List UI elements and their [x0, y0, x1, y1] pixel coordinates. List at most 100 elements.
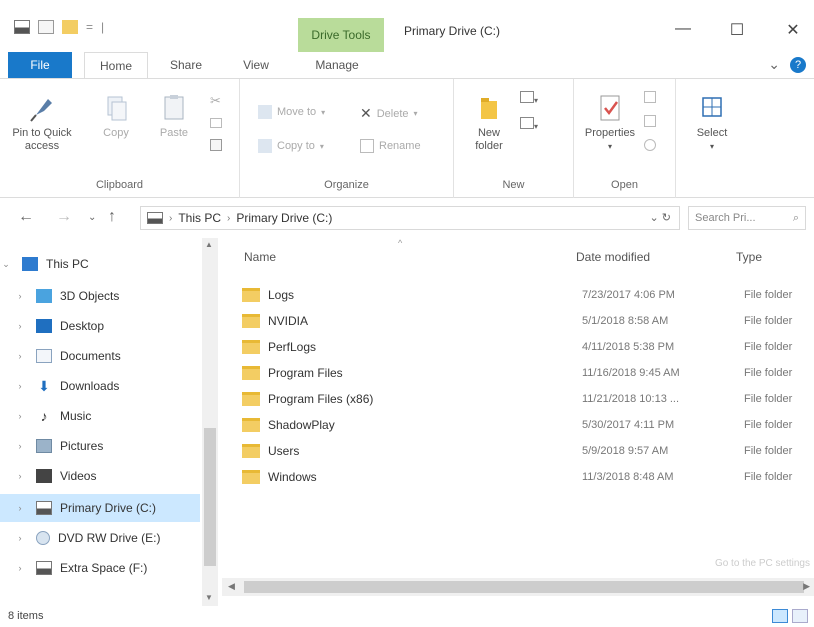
column-header-type[interactable]: Type: [736, 250, 762, 264]
navigation-pane: ⌄ This PC › 3D Objects › Desktop › Docum…: [0, 238, 222, 606]
move-to-button[interactable]: Move to ▾: [258, 105, 325, 119]
qat-divider: |: [101, 20, 105, 34]
drive-small-icon[interactable]: [14, 20, 30, 34]
chevron-right-icon[interactable]: ›: [14, 441, 26, 451]
chevron-right-icon[interactable]: ›: [14, 291, 26, 301]
chevron-right-icon[interactable]: ›: [14, 503, 26, 513]
sidebar-item-videos[interactable]: › Videos: [0, 462, 200, 490]
new-item-icon[interactable]: ▾: [520, 91, 538, 106]
tab-view[interactable]: View: [236, 52, 276, 78]
breadcrumb-separator-icon[interactable]: ›: [227, 213, 230, 224]
properties-check-icon[interactable]: [38, 20, 54, 34]
file-date: 4/11/2018 5:38 PM: [582, 341, 675, 353]
table-row[interactable]: Users 5/9/2018 9:57 AM File folder: [242, 438, 802, 464]
collapse-ribbon-icon[interactable]: ⌄: [768, 56, 780, 73]
tab-manage[interactable]: Manage: [306, 52, 368, 78]
file-type: File folder: [744, 341, 793, 353]
sidebar-item-label: Extra Space (F:): [60, 561, 148, 575]
breadcrumb-separator-icon[interactable]: ›: [169, 213, 172, 224]
scroll-right-icon[interactable]: ▶: [803, 581, 810, 592]
easy-access-icon[interactable]: ▾: [520, 117, 538, 132]
minimize-button[interactable]: —: [668, 20, 698, 38]
select-button[interactable]: Select ▾: [690, 93, 734, 153]
properties-button[interactable]: Properties ▾: [582, 93, 638, 153]
new-folder-button[interactable]: New folder: [466, 93, 512, 153]
copy-to-button[interactable]: Copy to ▾: [258, 139, 324, 153]
copy-button[interactable]: Copy: [96, 93, 136, 140]
table-row[interactable]: ShadowPlay 5/30/2017 4:11 PM File folder: [242, 412, 802, 438]
sidebar-item-label: Desktop: [60, 319, 105, 333]
rename-button[interactable]: Rename: [360, 139, 421, 153]
table-row[interactable]: Program Files (x86) 11/21/2018 10:13 ...…: [242, 386, 802, 412]
chevron-right-icon[interactable]: ›: [14, 563, 26, 573]
drive-icon: [36, 501, 52, 515]
copy-icon: [107, 96, 127, 121]
column-header-name[interactable]: Name: [244, 250, 276, 264]
recent-locations-icon[interactable]: ⌄: [88, 212, 96, 223]
table-row[interactable]: Logs 7/23/2017 4:06 PM File folder: [242, 282, 802, 308]
file-type: File folder: [744, 315, 793, 327]
new-folder-icon[interactable]: [62, 20, 78, 34]
chevron-right-icon[interactable]: ›: [14, 351, 26, 361]
chevron-right-icon[interactable]: ›: [14, 381, 26, 391]
chevron-down-icon[interactable]: ⌄: [0, 259, 12, 270]
cut-icon[interactable]: ✂: [210, 93, 221, 109]
copy-to-label: Copy to: [277, 140, 315, 152]
sidebar-item-downloads[interactable]: › ⬇ Downloads: [0, 372, 200, 400]
scroll-left-icon[interactable]: ◀: [228, 581, 235, 592]
sidebar-item-dvd-drive[interactable]: › DVD RW Drive (E:): [0, 524, 200, 552]
sidebar-item-3d-objects[interactable]: › 3D Objects: [0, 282, 200, 310]
large-icons-view-icon[interactable]: [792, 609, 808, 623]
horizontal-scrollbar[interactable]: ◀ ▶: [222, 578, 814, 596]
folder-icon: [242, 444, 260, 458]
scroll-down-icon[interactable]: ▼: [205, 593, 213, 602]
scrollbar-thumb[interactable]: [244, 581, 804, 593]
breadcrumb-this-pc[interactable]: This PC: [178, 211, 221, 225]
table-row[interactable]: PerfLogs 4/11/2018 5:38 PM File folder: [242, 334, 802, 360]
up-arrow-icon[interactable]: ↑: [108, 208, 116, 226]
sidebar-item-pictures[interactable]: › Pictures: [0, 432, 200, 460]
details-view-icon[interactable]: [772, 609, 788, 623]
table-row[interactable]: NVIDIA 5/1/2018 8:58 AM File folder: [242, 308, 802, 334]
sidebar-item-documents[interactable]: › Documents: [0, 342, 200, 370]
paste-button[interactable]: Paste: [152, 93, 196, 140]
scrollbar-thumb[interactable]: [204, 428, 216, 566]
sidebar-item-extra-space[interactable]: › Extra Space (F:): [0, 554, 200, 582]
qat-customize-icon[interactable]: =: [86, 20, 93, 34]
scroll-up-icon[interactable]: ▲: [205, 240, 213, 249]
history-icon[interactable]: [644, 139, 656, 154]
forward-arrow-icon[interactable]: →: [56, 208, 72, 226]
pin-to-quick-access-button[interactable]: Pin to Quick access: [12, 93, 72, 153]
tab-home[interactable]: Home: [84, 52, 148, 78]
address-bar[interactable]: › This PC › Primary Drive (C:) ⌄ ↻: [140, 206, 680, 230]
chevron-right-icon[interactable]: ›: [14, 411, 26, 421]
open-icon[interactable]: [644, 91, 656, 106]
tab-share[interactable]: Share: [158, 52, 214, 78]
table-row[interactable]: Program Files 11/16/2018 9:45 AM File fo…: [242, 360, 802, 386]
refresh-icon[interactable]: ⌄ ↻: [650, 211, 672, 224]
help-icon[interactable]: ?: [790, 57, 806, 73]
maximize-button[interactable]: ☐: [722, 20, 752, 40]
navigation-scrollbar[interactable]: ▲ ▼: [202, 238, 218, 606]
edit-icon[interactable]: [644, 115, 656, 130]
search-input[interactable]: Search Pri... ⌕: [688, 206, 806, 230]
chevron-right-icon[interactable]: ›: [14, 471, 26, 481]
delete-button[interactable]: ✕ Delete ▾: [360, 105, 418, 122]
copy-path-icon[interactable]: [210, 117, 222, 131]
search-placeholder: Search Pri...: [695, 212, 756, 224]
close-button[interactable]: ✕: [778, 20, 808, 40]
table-row[interactable]: Windows 11/3/2018 8:48 AM File folder: [242, 464, 802, 490]
chevron-right-icon[interactable]: ›: [14, 321, 26, 331]
breadcrumb-primary-drive[interactable]: Primary Drive (C:): [236, 211, 332, 225]
sidebar-item-music[interactable]: › ♪ Music: [0, 402, 200, 430]
sidebar-item-this-pc[interactable]: ⌄ This PC: [0, 250, 200, 278]
sidebar-item-primary-drive[interactable]: › Primary Drive (C:): [0, 494, 200, 522]
new-folder-label: New folder: [475, 127, 503, 152]
tab-file[interactable]: File: [8, 52, 72, 78]
paste-shortcut-icon[interactable]: [210, 139, 222, 154]
sidebar-item-desktop[interactable]: › Desktop: [0, 312, 200, 340]
quick-access-toolbar: = |: [14, 20, 104, 34]
column-header-date[interactable]: Date modified: [576, 250, 650, 264]
chevron-right-icon[interactable]: ›: [14, 533, 26, 543]
back-arrow-icon[interactable]: ←: [18, 208, 34, 226]
